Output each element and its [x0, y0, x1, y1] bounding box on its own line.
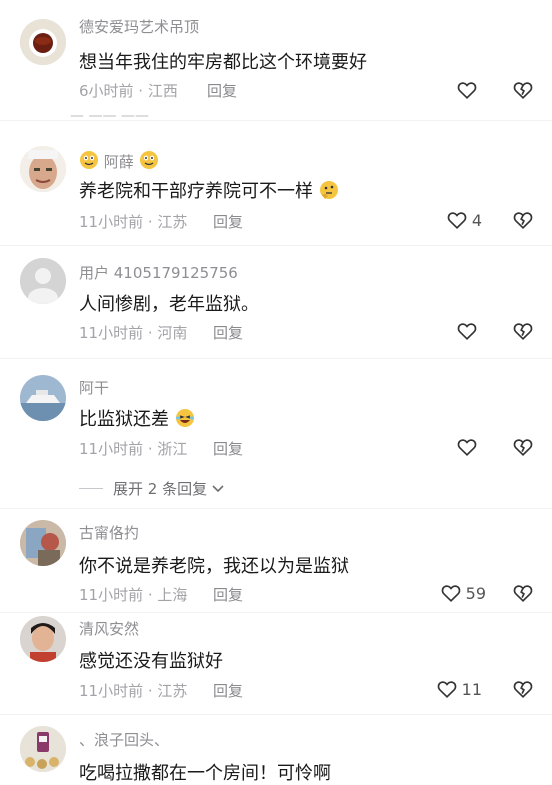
comment-username[interactable]: 古甯佫扚	[79, 522, 139, 543]
comment-username[interactable]: 、浪子回头、	[79, 729, 169, 750]
dislike-button[interactable]	[512, 436, 534, 458]
broken-heart-icon	[512, 79, 534, 101]
reply-button[interactable]: 回复	[213, 322, 243, 343]
laughing-emoji-icon	[175, 409, 194, 427]
reply-button[interactable]: 回复	[213, 584, 243, 605]
avatar[interactable]	[20, 616, 66, 662]
comment-text: 养老院和干部疗养院可不一样	[79, 177, 339, 203]
comment-meta: 11小时前 · 上海	[79, 586, 188, 604]
chevron-down-icon	[212, 485, 224, 493]
broken-heart-icon	[512, 320, 534, 342]
reply-button[interactable]: 回复	[213, 680, 243, 701]
dislike-button[interactable]	[512, 320, 534, 342]
comment-meta: 11小时前 · 江苏	[79, 682, 188, 700]
avatar[interactable]	[20, 146, 66, 192]
divider	[0, 508, 552, 509]
heart-outline-icon	[456, 436, 478, 458]
dislike-button[interactable]	[512, 678, 534, 700]
clipped-text: — —— ——	[70, 108, 149, 124]
like-count: 4	[471, 210, 482, 230]
broken-heart-icon	[512, 436, 534, 458]
comment-meta: 6小时前 · 江西	[79, 82, 178, 100]
avatar[interactable]	[20, 375, 66, 421]
avatar[interactable]	[20, 520, 66, 566]
like-button[interactable]: 4	[446, 209, 482, 231]
avatar[interactable]	[20, 19, 66, 65]
comment-username[interactable]: 阿干	[79, 377, 109, 398]
divider	[0, 358, 552, 359]
expand-replies-button[interactable]: 展开 2 条回复	[0, 476, 552, 500]
comment-meta: 11小时前 · 江苏	[79, 213, 188, 231]
comment-username[interactable]: 阿薛	[79, 150, 159, 172]
reply-button[interactable]: 回复	[213, 211, 243, 232]
expand-replies-label[interactable]: 展开 2 条回复	[113, 478, 207, 499]
comment-meta: 11小时前 · 浙江	[79, 440, 188, 458]
like-button[interactable]	[456, 79, 482, 101]
expand-divider-line	[79, 488, 103, 489]
emoji-icon	[80, 151, 98, 169]
heart-outline-icon	[440, 582, 462, 604]
broken-heart-icon	[512, 209, 534, 231]
reply-button[interactable]: 回复	[207, 80, 237, 101]
like-count: 59	[465, 583, 486, 603]
like-button[interactable]: 59	[440, 582, 486, 604]
divider	[0, 120, 552, 121]
avatar[interactable]	[20, 258, 66, 304]
comment-text-content: 比监狱还差	[79, 409, 169, 430]
comment-username[interactable]: 德安爱玛艺术吊顶	[79, 16, 199, 37]
divider	[0, 612, 552, 613]
broken-heart-icon	[512, 582, 534, 604]
dislike-button[interactable]	[512, 582, 534, 604]
dislike-button[interactable]	[512, 79, 534, 101]
comment-text: 感觉还没有监狱好	[79, 651, 223, 672]
username-label[interactable]: 阿薛	[104, 153, 134, 171]
heart-outline-icon	[456, 79, 478, 101]
comment-text: 想当年我住的牢房都比这个环境要好	[79, 52, 367, 73]
divider	[0, 714, 552, 715]
like-button[interactable]	[456, 436, 482, 458]
thinking-emoji-icon	[319, 181, 338, 199]
heart-outline-icon	[456, 320, 478, 342]
like-button[interactable]: 11	[436, 678, 482, 700]
comment-text: 比监狱还差	[79, 405, 195, 431]
emoji-icon	[139, 151, 158, 169]
reply-button[interactable]: 回复	[213, 438, 243, 459]
avatar[interactable]	[20, 726, 66, 772]
like-count: 11	[461, 679, 482, 699]
divider	[0, 245, 552, 246]
comment-text: 人间惨剧，老年监狱。	[79, 294, 259, 315]
comment-meta: 11小时前 · 河南	[79, 324, 188, 342]
comment-text: 你不说是养老院，我还以为是监狱	[79, 556, 349, 577]
heart-outline-icon	[436, 678, 458, 700]
comment-username[interactable]: 用户 4105179125756	[79, 262, 238, 283]
broken-heart-icon	[512, 678, 534, 700]
dislike-button[interactable]	[512, 209, 534, 231]
comment-username[interactable]: 清风安然	[79, 618, 139, 639]
comment-text-content: 养老院和干部疗养院可不一样	[79, 181, 313, 202]
comment-text: 吃喝拉撒都在一个房间！可怜啊	[79, 763, 331, 784]
like-button[interactable]	[456, 320, 482, 342]
heart-outline-icon	[446, 209, 468, 231]
